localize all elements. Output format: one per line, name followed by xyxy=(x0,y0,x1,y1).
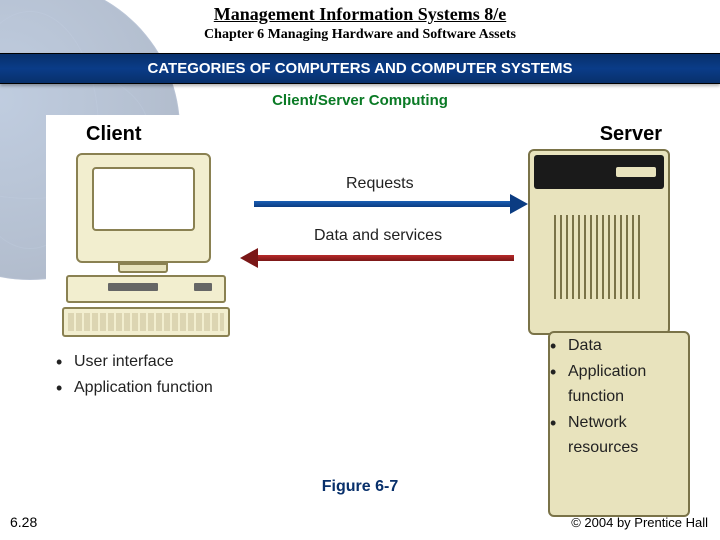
figure-caption: Figure 6-7 xyxy=(0,478,720,496)
list-item: Data xyxy=(550,333,688,359)
client-server-diagram: Client Server Requests Data and services… xyxy=(46,115,694,425)
requests-arrow-icon xyxy=(254,201,514,207)
client-keyboard-icon xyxy=(62,307,230,337)
list-item: Network resources xyxy=(550,410,688,461)
slide-subheading: Client/Server Computing xyxy=(0,92,720,109)
data-arrow-icon xyxy=(254,255,514,261)
copyright-notice: © 2004 by Prentice Hall xyxy=(571,515,708,530)
section-ribbon: CATEGORIES OF COMPUTERS AND COMPUTER SYS… xyxy=(0,53,720,84)
list-item: Application function xyxy=(550,359,688,410)
list-item: Application function xyxy=(56,375,213,401)
server-drivebay-icon xyxy=(534,155,664,189)
requests-arrow-label: Requests xyxy=(346,175,414,193)
client-cpu-icon xyxy=(66,275,226,303)
slide-header: Management Information Systems 8/e Chapt… xyxy=(0,0,720,43)
client-monitor-base-icon xyxy=(118,263,168,273)
server-vents-icon xyxy=(554,215,644,299)
book-title: Management Information Systems 8/e xyxy=(0,4,720,25)
client-bullet-list: User interface Application function xyxy=(56,349,213,400)
chapter-title: Chapter 6 Managing Hardware and Software… xyxy=(0,27,720,43)
data-arrow-label: Data and services xyxy=(314,227,442,245)
list-item: User interface xyxy=(56,349,213,375)
slide-number: 6.28 xyxy=(10,514,37,530)
client-heading: Client xyxy=(86,123,142,146)
client-monitor-icon xyxy=(76,153,211,263)
server-heading: Server xyxy=(600,123,662,146)
server-tower-icon xyxy=(528,149,670,335)
